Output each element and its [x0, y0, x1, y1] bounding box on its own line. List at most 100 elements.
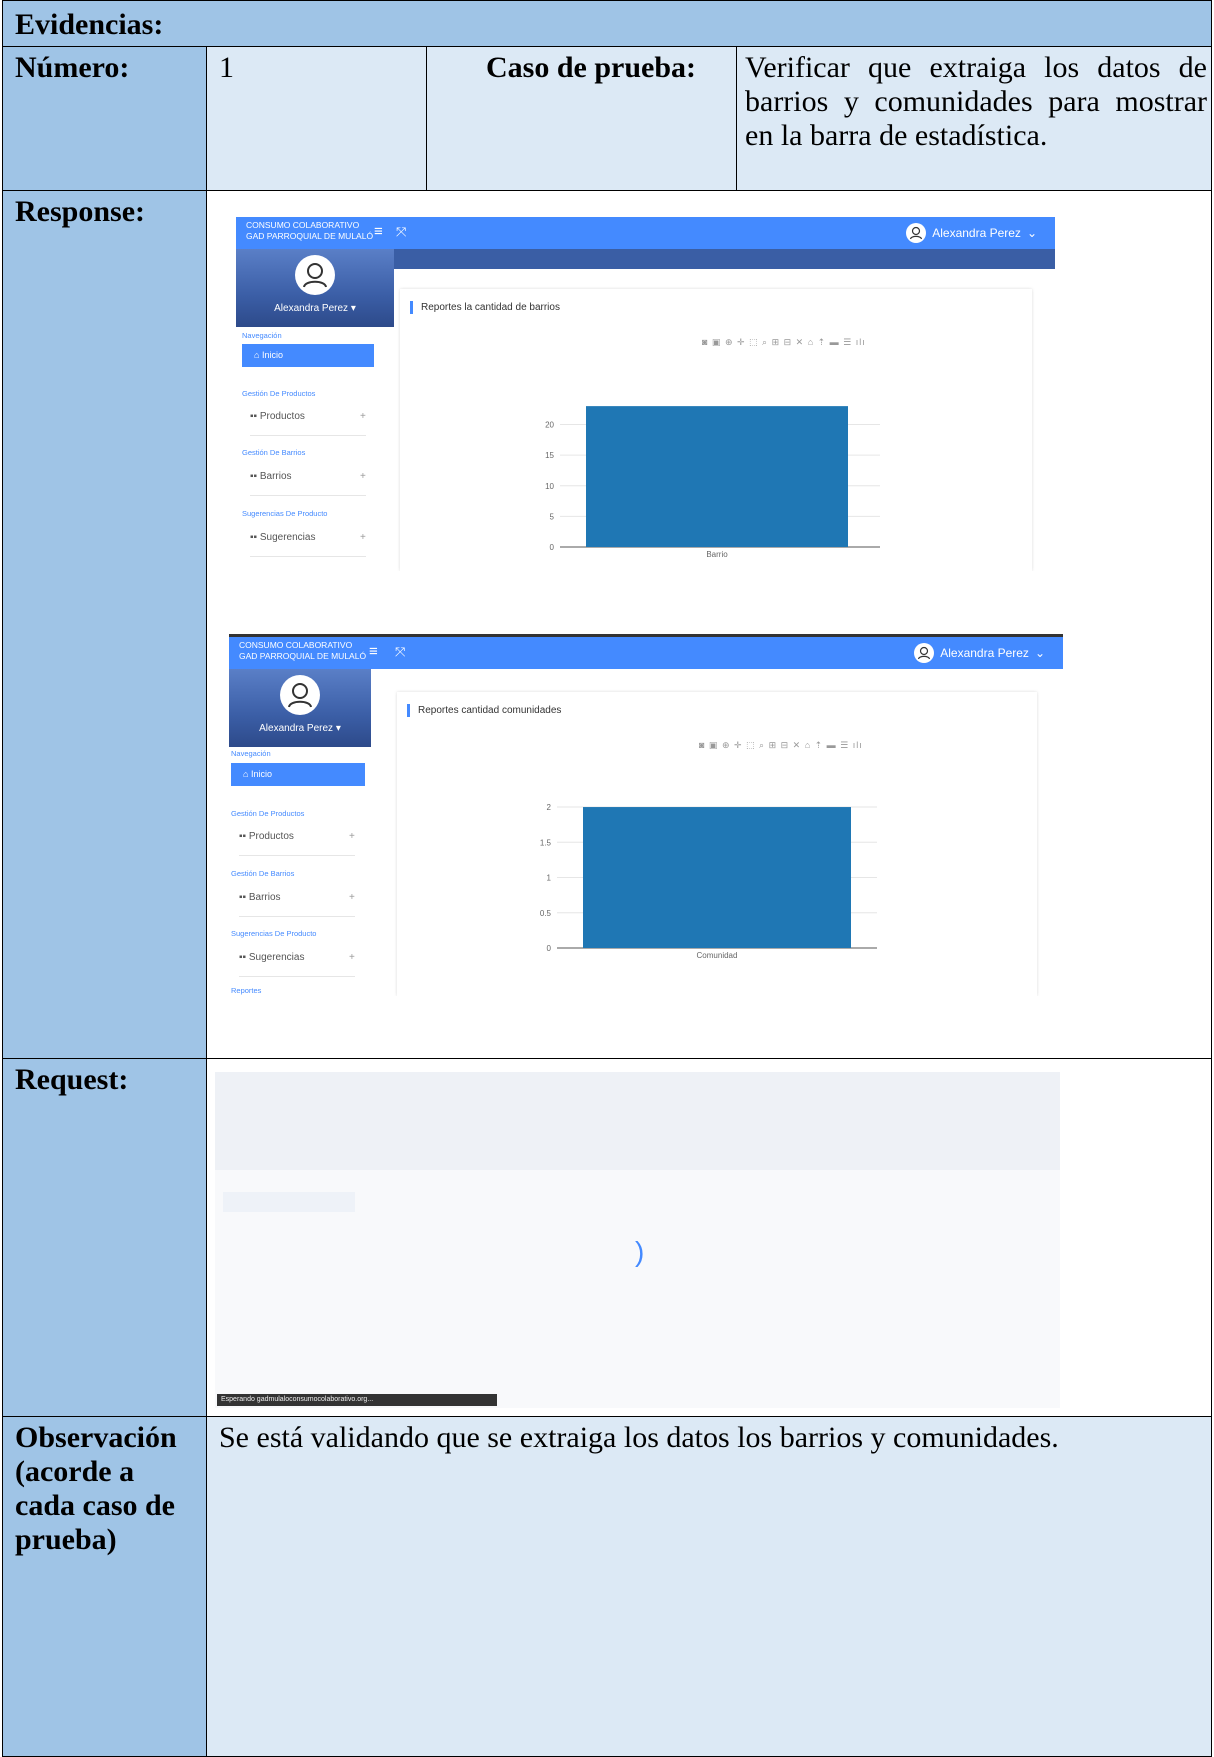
productos-label: Productos	[248, 831, 294, 842]
screenshot-comunidades: CONSUMO COLABORATIVO GAD PARROQUIAL DE M…	[229, 634, 1063, 996]
bar-chart: 0 5 10 15 20 Barrio	[545, 406, 880, 559]
app-brand: CONSUMO COLABORATIVO GAD PARROQUIAL DE M…	[239, 640, 366, 662]
chart-card: Reportes cantidad comunidades ◙ ▣ ⊕ ✛ ⬚ …	[397, 692, 1037, 996]
caso-value: Verificar que extraiga los datos de barr…	[745, 51, 1207, 152]
bar	[583, 807, 851, 948]
expand-productos-icon[interactable]: +	[349, 831, 355, 842]
sugerencias-label: Sugerencias	[259, 532, 316, 543]
sidebar-item-sugerencias[interactable]: ▪▪ Sugerencias	[250, 532, 315, 543]
user-avatar-icon	[914, 643, 935, 663]
sidebar-profile: Alexandra Perez ▾	[236, 249, 394, 327]
expand-productos-icon[interactable]: +	[360, 411, 366, 422]
group-sugerencias: Sugerencias De Producto	[242, 509, 328, 518]
chevron-down-icon: ⌄	[1026, 226, 1037, 240]
inicio-label: Inicio	[250, 769, 272, 779]
chart-card: Reportes la cantidad de barrios ◙ ▣ ⊕ ✛ …	[400, 289, 1032, 571]
x-tick-label: Barrio	[706, 550, 728, 559]
request-label-cell: Request:	[2, 1058, 207, 1417]
group-barrios: Gestión De Barrios	[242, 448, 306, 457]
faded-header	[215, 1072, 1060, 1170]
brand-line1: CONSUMO COLABORATIVO	[239, 640, 353, 650]
y-tick-label: 10	[545, 482, 554, 491]
caso-label: Caso de prueba:	[485, 51, 696, 84]
chevron-down-icon: ⌄	[1034, 646, 1045, 660]
request-label: Request:	[15, 1063, 129, 1096]
group-reportes: Reportes	[231, 986, 262, 995]
divider	[250, 435, 366, 436]
profile-name[interactable]: Alexandra Perez ▾	[229, 723, 371, 734]
y-tick-label: 1.5	[540, 838, 552, 847]
bar	[586, 406, 848, 547]
divider	[239, 976, 355, 977]
sugerencias-label: Sugerencias	[248, 952, 305, 963]
numero-value: 1	[219, 51, 234, 84]
nav-heading: Navegación	[231, 749, 271, 758]
expand-barrios-icon[interactable]: +	[360, 471, 366, 482]
group-productos: Gestión De Productos	[242, 389, 316, 398]
observacion-value: Se está validando que se extraiga los da…	[219, 1421, 1059, 1454]
observacion-value-cell: Se está validando que se extraiga los da…	[206, 1416, 1212, 1757]
expand-barrios-icon[interactable]: +	[349, 892, 355, 903]
sidebar-item-productos[interactable]: ▪▪ Productos	[250, 411, 305, 422]
brand-line2: GAD PARROQUIAL DE MULALÓ	[239, 651, 367, 661]
user-menu[interactable]: Alexandra Perez ⌄	[914, 643, 1045, 663]
y-tick-label: 1	[547, 874, 552, 883]
user-name: Alexandra Perez	[932, 226, 1021, 240]
productos-label: Productos	[259, 411, 305, 422]
sidebar-item-barrios[interactable]: ▪▪ Barrios	[239, 892, 281, 903]
group-productos: Gestión De Productos	[231, 809, 305, 818]
user-avatar-icon	[906, 223, 927, 243]
expand-sugerencias-icon[interactable]: +	[349, 952, 355, 963]
response-label: Response:	[15, 195, 146, 228]
expand-icon[interactable]: ⤧	[395, 644, 405, 660]
observacion-label: Observación (acorde a cada caso de prueb…	[15, 1421, 177, 1556]
divider	[239, 916, 355, 917]
header-banner	[394, 249, 1055, 269]
sidebar-item-sugerencias[interactable]: ▪▪ Sugerencias	[239, 952, 304, 963]
numero-label-cell: Número:	[2, 46, 207, 191]
y-tick-label: 15	[545, 451, 554, 460]
group-barrios: Gestión De Barrios	[231, 869, 295, 878]
screenshot-request-loading: ) Esperando gadmulaloconsumocolaborativo…	[215, 1072, 1060, 1408]
x-tick-label: Comunidad	[697, 951, 738, 960]
app-topbar: CONSUMO COLABORATIVO GAD PARROQUIAL DE M…	[229, 637, 1063, 669]
evidencias-header: Evidencias:	[2, 0, 1212, 47]
profile-name[interactable]: Alexandra Perez ▾	[236, 303, 394, 314]
y-tick-label: 20	[545, 421, 554, 430]
response-label-cell: Response:	[2, 190, 207, 1059]
user-menu[interactable]: Alexandra Perez ⌄	[906, 223, 1037, 243]
evidencias-title: Evidencias:	[15, 8, 164, 41]
brand-line1: CONSUMO COLABORATIVO	[246, 220, 360, 230]
profile-avatar-icon	[295, 255, 335, 295]
numero-label: Número:	[15, 51, 130, 84]
app-brand: CONSUMO COLABORATIVO GAD PARROQUIAL DE M…	[246, 220, 373, 242]
sidebar-item-barrios[interactable]: ▪▪ Barrios	[250, 471, 292, 482]
caso-value-cell: Verificar que extraiga los datos de barr…	[736, 46, 1212, 191]
barrios-label: Barrios	[248, 892, 281, 903]
screenshot-barrios: CONSUMO COLABORATIVO GAD PARROQUIAL DE M…	[236, 217, 1055, 571]
sidebar-profile: Alexandra Perez ▾	[229, 669, 371, 747]
user-name: Alexandra Perez	[940, 646, 1029, 660]
browser-status-bar: Esperando gadmulaloconsumocolaborativo.o…	[217, 1394, 497, 1406]
caso-label-cell: Caso de prueba:	[426, 46, 737, 191]
observacion-label-cell: Observación (acorde a cada caso de prueb…	[2, 1416, 207, 1757]
sidebar-item-inicio[interactable]: ⌂ Inicio	[242, 344, 374, 367]
sidebar-item-inicio[interactable]: ⌂ Inicio	[231, 763, 365, 786]
numero-value-cell: 1	[206, 46, 427, 191]
hamburger-icon[interactable]: ≡	[369, 643, 378, 660]
sidebar-item-productos[interactable]: ▪▪ Productos	[239, 831, 294, 842]
group-sugerencias: Sugerencias De Producto	[231, 929, 317, 938]
y-tick-label: 0	[547, 944, 552, 953]
y-tick-label: 0	[550, 543, 555, 552]
expand-icon[interactable]: ⤧	[396, 224, 406, 240]
divider	[239, 855, 355, 856]
brand-line2: GAD PARROQUIAL DE MULALÓ	[246, 231, 374, 241]
nav-heading: Navegación	[242, 331, 282, 340]
expand-sugerencias-icon[interactable]: +	[360, 532, 366, 543]
barrios-label: Barrios	[259, 471, 292, 482]
profile-avatar-icon	[280, 675, 320, 715]
faded-nav-item	[223, 1192, 355, 1212]
divider	[250, 556, 366, 557]
inicio-label: Inicio	[261, 350, 283, 360]
hamburger-icon[interactable]: ≡	[374, 223, 383, 240]
